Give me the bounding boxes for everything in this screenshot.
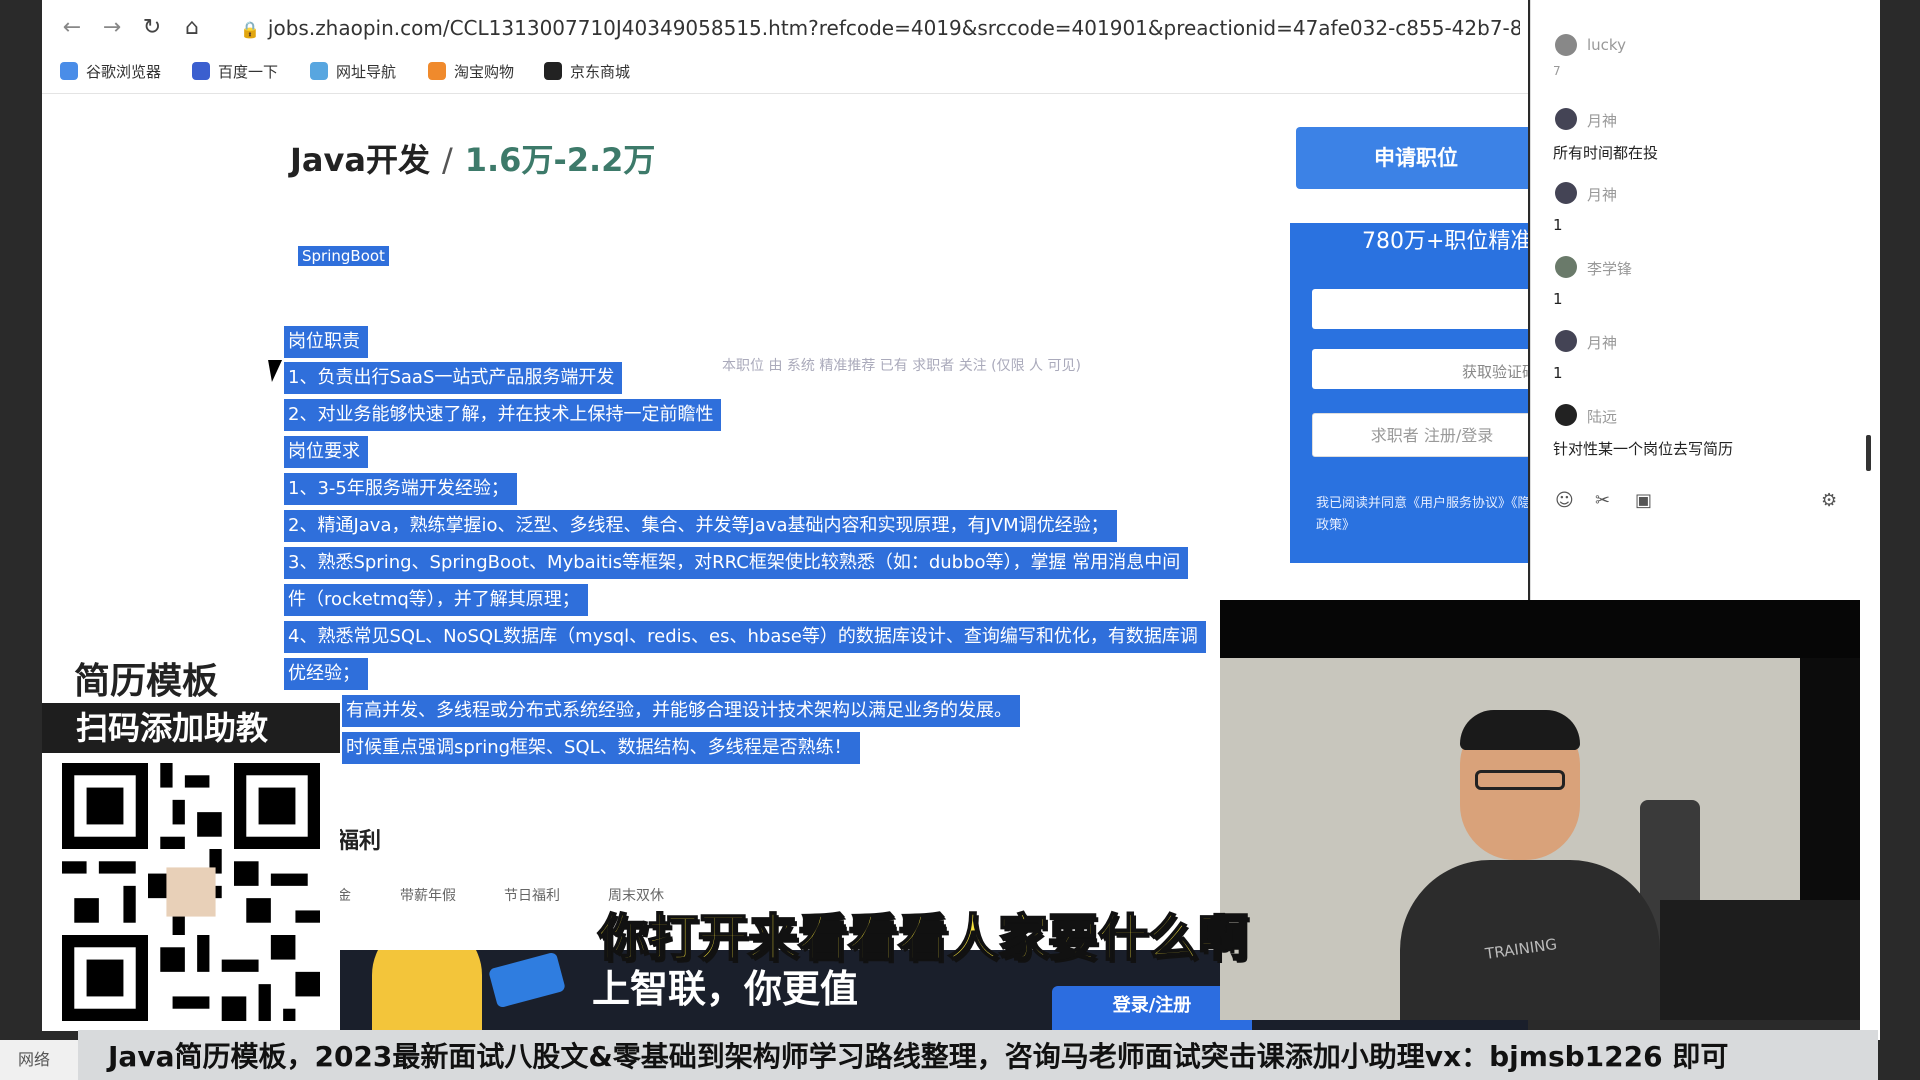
image-icon[interactable]: ▣ [1635,490,1652,511]
desc-line: 有高并发、多线程或分布式系统经验，并能够合理设计技术架构以满足业务的发展。 [342,695,1020,727]
qr-label: 扫码添加助教 [42,703,340,753]
welfare-tag: 节日福利 [504,888,560,904]
qr-code-image [62,763,320,1021]
bottom-ad-banner: Java简历模板，2023最新面试八股文&零基础到架构师学习路线整理，咨询马老师… [78,1030,1878,1080]
salary: 1.6万-2.2万 [464,141,656,179]
chat-scrollbar[interactable] [1866,435,1871,471]
avatar [1555,256,1577,278]
login-panel: 780万+职位精准推 获取验证码 求职者 注册/登录 我已阅读并同意《用户服务协… [1290,223,1528,563]
chat-username: 月神 [1587,186,1618,204]
welfare-tag: 带薪年假 [400,888,456,904]
chat-username: lucky [1587,36,1626,54]
settings-icon[interactable]: ⚙ [1821,490,1837,511]
welfare-heading: 福利 [337,829,382,854]
chat-username: 陆远 [1587,408,1618,426]
job-heading: Java开发/1.6万-2.2万 [290,141,656,179]
home-icon[interactable]: ⌂ [178,14,206,42]
taobao-icon [428,62,446,80]
bookmark-jd[interactable]: 京东商城 [544,60,630,84]
bookmark-taobao[interactable]: 淘宝购物 [428,60,514,84]
chat-message: 针对性某一个岗位去写简历 [1553,440,1734,458]
desc-line: 件（rocketmq等），并了解其原理； [284,584,588,616]
reload-icon[interactable]: ↻ [138,14,166,42]
desc-line: 岗位要求 [284,436,368,468]
login-panel-title: 780万+职位精准推 [1362,229,1528,254]
avatar [1555,108,1577,130]
nav-icon [310,62,328,80]
bottom-banner-text: Java简历模板，2023最新面试八股文&零基础到架构师学习路线整理，咨询马老师… [108,1040,1729,1073]
bookmark-baidu[interactable]: 百度一下 [192,60,278,84]
video-background [1220,600,1860,658]
avatar [1555,330,1577,352]
chat-message: 1 [1553,290,1563,308]
video-desk [1660,900,1860,1020]
chrome-icon [60,62,78,80]
forward-icon[interactable]: → [98,14,126,42]
faint-note: 本职位 由 系统 精准推荐 已有 求职者 关注 (仅限 人 可见) [722,358,1081,374]
chat-username: 月神 [1587,334,1618,352]
resume-template-title: 简历模板 [74,661,219,702]
phone-input[interactable] [1312,289,1528,329]
scissors-icon[interactable]: ✂ [1595,490,1610,511]
chat-message: 所有时间都在投 [1553,144,1659,162]
presenter-glasses [1475,770,1565,790]
desc-line: 时候重点强调spring框架、SQL、数据结构、多线程是否熟练！ [342,732,860,764]
emoji-icon[interactable]: ☺ [1555,490,1574,511]
baidu-icon [192,62,210,80]
network-label: 网络 [0,1040,80,1080]
desc-line: 3、熟悉Spring、SpringBoot、Mybaitis等框架，对RRC框架… [284,547,1189,579]
chat-message: 1 [1553,364,1563,382]
jd-icon [544,62,562,80]
browser-toolbar: ← → ↻ ⌂ 🔒 jobs.zhaopin.com/CCL1313007710J… [42,0,1528,94]
get-code-button[interactable]: 获取验证码 [1462,361,1528,382]
chat-message: 1 [1553,216,1563,234]
chat-message: 7 [1553,64,1561,78]
desc-line: 优经验； [284,658,368,690]
bookmark-nav[interactable]: 网址导航 [310,60,396,84]
register-button[interactable]: 求职者 注册/登录 [1312,413,1528,457]
right-strip [1860,0,1880,1040]
megaphone-icon [488,951,566,1009]
desc-line: 2、精通Java，熟练掌握io、泛型、多线程、集合、并发等Java基础内容和实现… [284,510,1117,542]
avatar [1555,34,1577,56]
address-bar[interactable]: 🔒 jobs.zhaopin.com/CCL1313007710J40349058… [240,14,1520,42]
webcam-video: TRAINING [1220,600,1860,1020]
presenter-hair [1460,710,1580,750]
desc-line: 4、熟悉常见SQL、NoSQL数据库（mysql、redis、es、hbase等… [284,621,1206,653]
skill-tag: SpringBoot [298,246,389,266]
back-icon[interactable]: ← [58,14,86,42]
video-subtitle: 你打开来看看看人家要什么啊 [597,908,1249,968]
policy-text[interactable]: 我已阅读并同意《用户服务协议》《隐私政策》 [1316,493,1528,537]
url-text: jobs.zhaopin.com/CCL1313007710J403490585… [267,16,1520,40]
avatar [1555,404,1577,426]
chat-username: 李学锋 [1587,260,1633,278]
desc-line: 1、3-5年服务端开发经验； [284,473,517,505]
apply-button[interactable]: 申请职位 [1296,127,1528,189]
code-input[interactable]: 获取验证码 [1312,349,1528,389]
chat-username: 月神 [1587,112,1618,130]
bookmark-chrome[interactable]: 谷歌浏览器 [60,60,161,84]
desc-line: 2、对业务能够快速了解，并在技术上保持一定前瞻性 [284,399,722,431]
desc-line: 1、负责出行SaaS一站式产品服务端开发 [284,362,623,394]
lock-icon: 🔒 [240,20,260,39]
banner-illustration [372,950,482,1030]
desc-line: 岗位职责 [284,326,368,358]
avatar [1555,182,1577,204]
qr-code [42,753,340,1031]
